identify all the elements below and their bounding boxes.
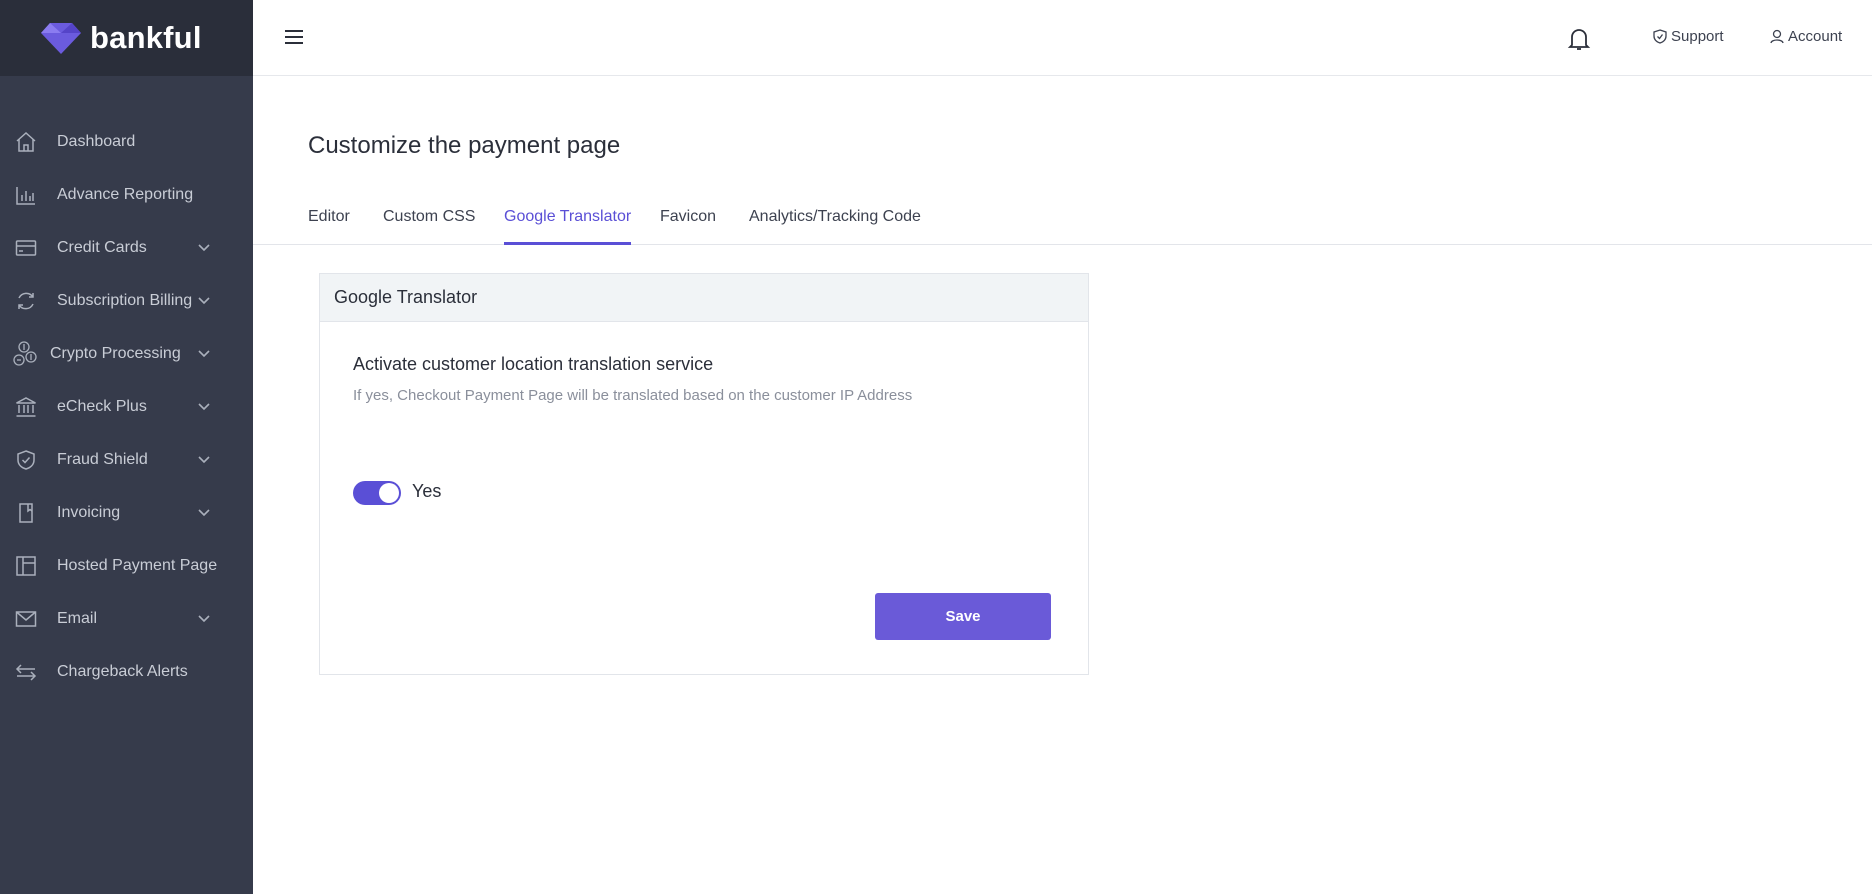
sidebar-item-label: Hosted Payment Page (57, 556, 218, 574)
chevron-down-icon[interactable] (197, 453, 211, 467)
credit-card-icon (13, 235, 39, 261)
sidebar-item-credit-cards[interactable]: Credit Cards (0, 221, 253, 274)
user-icon (1770, 29, 1784, 44)
translation-toggle[interactable] (353, 481, 401, 505)
sidebar-item-label: Chargeback Alerts (57, 662, 188, 680)
bar-chart-icon (13, 182, 39, 208)
setting-title: Activate customer location translation s… (353, 354, 714, 374)
tab-editor[interactable]: Editor (308, 208, 350, 245)
toggle-label: Yes (412, 481, 442, 501)
save-button[interactable]: Save (875, 593, 1051, 640)
hamburger-menu-icon[interactable] (283, 27, 305, 47)
chevron-down-icon[interactable] (197, 294, 211, 308)
sidebar-item-label: Advance Reporting (57, 185, 194, 203)
page-title: Customize the payment page (308, 132, 621, 159)
notification-bell-icon[interactable] (1567, 26, 1591, 52)
top-bar: Support Account (253, 0, 1872, 76)
layout-icon (13, 553, 39, 579)
home-icon (13, 129, 39, 155)
sidebar-item-label: Fraud Shield (57, 450, 148, 468)
chevron-down-icon[interactable] (197, 612, 211, 626)
sidebar-item-dashboard[interactable]: Dashboard (0, 115, 253, 168)
sidebar-nav: Dashboard Advance Reporting Credit Cards… (0, 115, 253, 698)
sidebar-item-label: Subscription Billing (57, 291, 193, 309)
sidebar: bankful Dashboard Advance Reporting Cred… (0, 0, 253, 894)
support-link[interactable]: Support (1653, 28, 1724, 45)
brand-name: bankful (90, 20, 202, 55)
toggle-knob (379, 483, 399, 503)
refresh-icon (13, 288, 39, 314)
sidebar-item-label: Invoicing (57, 503, 121, 521)
sidebar-item-label: Credit Cards (57, 238, 147, 256)
card-header: Google Translator (320, 274, 1088, 322)
tab-google-translator[interactable]: Google Translator (504, 208, 632, 245)
bank-icon (13, 394, 39, 420)
sidebar-item-label: eCheck Plus (57, 397, 147, 415)
sidebar-item-echeck-plus[interactable]: eCheck Plus (0, 380, 253, 433)
invoice-icon (13, 500, 39, 526)
chevron-down-icon[interactable] (197, 400, 211, 414)
crypto-coins-icon (13, 340, 39, 367)
brand-logo[interactable]: bankful (0, 0, 253, 76)
mail-icon (13, 606, 39, 632)
account-label: Account (1788, 28, 1843, 45)
tab-favicon[interactable]: Favicon (660, 208, 716, 245)
google-translator-card: Google Translator Activate customer loca… (319, 273, 1089, 675)
shield-check-icon (1653, 29, 1667, 44)
sidebar-item-subscription-billing[interactable]: Subscription Billing (0, 274, 253, 327)
sidebar-item-email[interactable]: Email (0, 592, 253, 645)
sidebar-item-chargeback-alerts[interactable]: Chargeback Alerts (0, 645, 253, 698)
chevron-down-icon[interactable] (197, 506, 211, 520)
shield-icon (13, 447, 39, 473)
bankful-logo-icon (41, 23, 81, 54)
sidebar-item-crypto-processing[interactable]: Crypto Processing (0, 327, 253, 380)
sidebar-item-label: Dashboard (57, 132, 136, 150)
sidebar-item-advance-reporting[interactable]: Advance Reporting (0, 168, 253, 221)
chevron-down-icon[interactable] (197, 347, 211, 361)
sidebar-item-hosted-payment-page[interactable]: Hosted Payment Page (0, 539, 253, 592)
chevron-down-icon[interactable] (197, 241, 211, 255)
transfer-arrows-icon (13, 659, 39, 685)
tab-custom-css[interactable]: Custom CSS (383, 208, 475, 245)
sidebar-item-label: Crypto Processing (50, 344, 181, 362)
tab-bar: Editor Custom CSS Google Translator Favi… (253, 200, 1872, 245)
setting-description: If yes, Checkout Payment Page will be tr… (353, 387, 913, 404)
account-link[interactable]: Account (1770, 28, 1842, 45)
sidebar-item-label: Email (57, 609, 98, 627)
sidebar-item-fraud-shield[interactable]: Fraud Shield (0, 433, 253, 486)
tab-analytics-tracking-code[interactable]: Analytics/Tracking Code (749, 208, 921, 245)
support-label: Support (1671, 28, 1724, 45)
sidebar-item-invoicing[interactable]: Invoicing (0, 486, 253, 539)
